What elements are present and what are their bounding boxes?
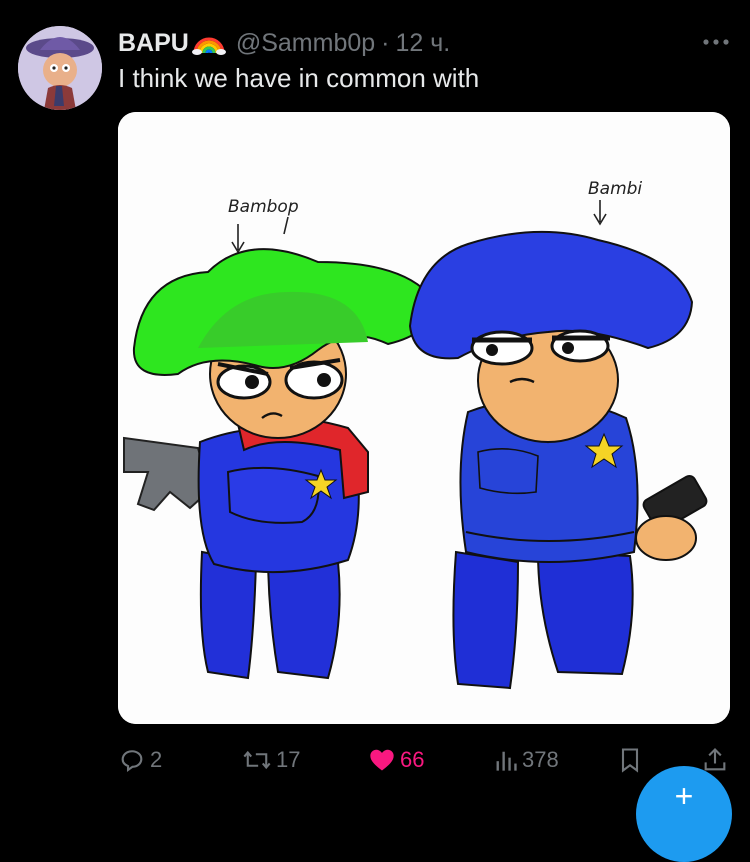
reply-bubble-icon — [118, 746, 146, 774]
repost-icon — [242, 746, 272, 774]
timestamp[interactable]: 12 ч. — [396, 29, 451, 58]
repost-button[interactable]: 17 — [242, 744, 300, 776]
like-count: 66 — [400, 747, 425, 772]
drawing-illustration: Bambop Bambi — [118, 112, 730, 724]
reply-button[interactable]: 2 — [118, 744, 162, 776]
label-right: Bambi — [588, 179, 642, 199]
like-button[interactable]: 66 — [368, 744, 424, 776]
rainbow-emoji-icon — [191, 31, 226, 55]
tweet-header: BAPU @Sammb0p · 12 ч. — [118, 26, 450, 60]
repost-count: 17 — [276, 747, 301, 772]
header-separator: · — [381, 28, 390, 57]
tweet-media-image[interactable]: Bambop Bambi — [118, 112, 730, 724]
heart-filled-icon — [368, 747, 396, 773]
avatar-image — [18, 26, 102, 110]
compose-plus-icon: + — [674, 778, 694, 814]
views-button[interactable]: 378 — [494, 744, 559, 776]
more-horizontal-icon[interactable] — [696, 34, 736, 50]
tweet[interactable]: BAPU @Sammb0p · 12 ч. I think we have in… — [0, 0, 750, 862]
bookmark-icon — [618, 746, 642, 774]
avatar[interactable] — [18, 26, 102, 110]
tweet-text: I think we have in common with — [118, 63, 480, 93]
user-handle[interactable]: @Sammb0p — [236, 29, 375, 58]
reply-count: 2 — [150, 747, 163, 772]
compose-button[interactable]: + — [636, 766, 732, 862]
display-name[interactable]: BAPU — [118, 29, 189, 58]
action-bar: 2 17 66 378 — [0, 738, 750, 782]
bookmark-button[interactable] — [618, 744, 642, 776]
label-left: Bambop — [228, 197, 299, 217]
views-bar-chart-icon — [494, 747, 518, 773]
views-count: 378 — [522, 747, 559, 772]
share-icon — [702, 746, 728, 774]
